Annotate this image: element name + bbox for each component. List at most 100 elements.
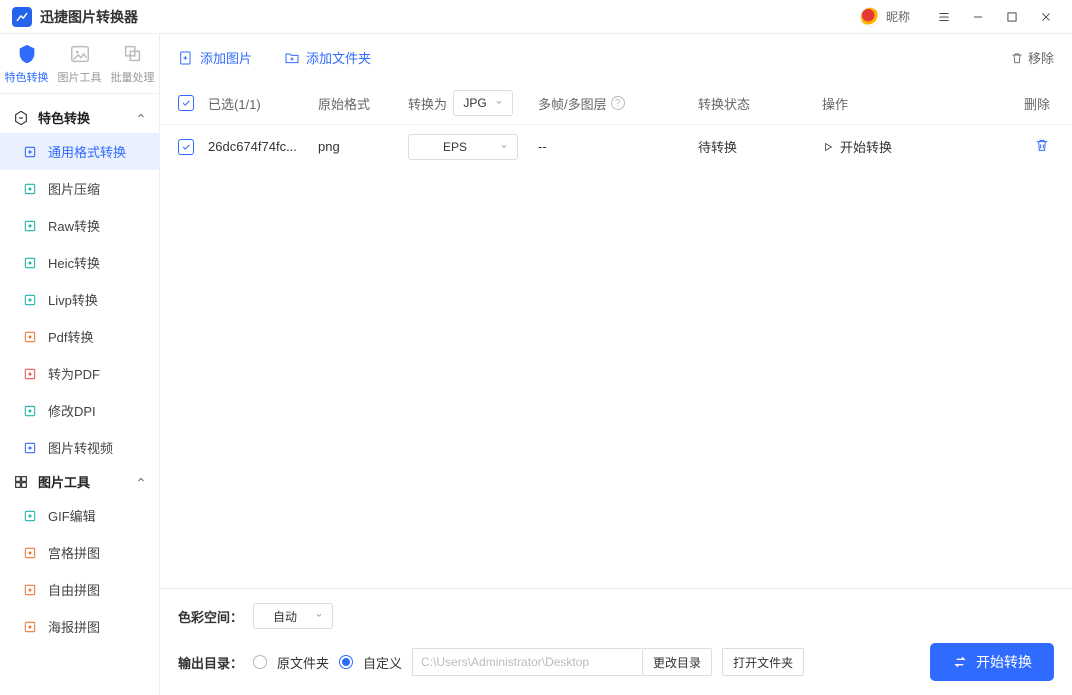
add-file-icon <box>178 50 194 66</box>
hex-icon <box>12 109 30 127</box>
chevron-down-icon <box>314 609 324 623</box>
sidebar: 特色转换 图片工具 批量处理 特色转换 通用格式转换图片压缩 Raw转换 Heic转… <box>0 34 160 695</box>
output-path-input[interactable]: C:\Users\Administrator\Desktop <box>412 648 642 676</box>
convert-to-select[interactable]: JPG <box>453 90 513 116</box>
sidebar-item-label: Livp转换 <box>48 290 98 309</box>
app-title: 迅捷图片转换器 <box>40 7 138 27</box>
item-icon <box>22 144 38 160</box>
colorspace-label: 色彩空间： <box>178 607 243 626</box>
table-header: 已选(1/1) 原始格式 转换为 JPG 多帧/多图层 ? 转换状态 操作 删除 <box>160 82 1072 124</box>
sidebar-item[interactable]: Livp转换 <box>0 281 159 318</box>
stack-icon <box>122 43 144 65</box>
sidebar-item-label: GIF编辑 <box>48 506 96 525</box>
app-logo <box>12 7 32 27</box>
sidebar-item-label: Raw转换 <box>48 216 100 235</box>
chevron-down-icon <box>494 96 504 110</box>
radio-custom-label: 自定义 <box>363 653 402 672</box>
sidebar-item[interactable]: 转为PDF <box>0 355 159 392</box>
close-button[interactable] <box>1032 3 1060 31</box>
row-format: png <box>318 139 408 154</box>
item-icon <box>22 292 38 308</box>
row-target-select[interactable]: EPS <box>408 134 518 160</box>
grid-icon <box>12 473 30 491</box>
sidebar-item-label: 自由拼图 <box>48 580 100 599</box>
select-all-checkbox[interactable] <box>178 95 194 111</box>
header-state: 转换状态 <box>698 94 822 113</box>
open-folder-button[interactable]: 打开文件夹 <box>722 648 804 676</box>
start-convert-button[interactable]: 开始转换 <box>930 643 1054 681</box>
sidebar-item[interactable]: 海报拼图 <box>0 608 159 645</box>
row-filename: 26dc674f74fc... <box>208 139 318 154</box>
sidebar-item-label: 图片压缩 <box>48 179 100 198</box>
colorspace-select[interactable]: 自动 <box>253 603 333 629</box>
item-icon <box>22 619 38 635</box>
add-folder-icon <box>284 50 300 66</box>
image-icon <box>69 43 91 65</box>
sidebar-item-label: Pdf转换 <box>48 327 94 346</box>
item-icon <box>22 255 38 271</box>
item-icon <box>22 440 38 456</box>
add-image-button[interactable]: 添加图片 <box>178 48 252 67</box>
sidebar-item-label: Heic转换 <box>48 253 100 272</box>
item-icon <box>22 329 38 345</box>
item-icon <box>22 181 38 197</box>
item-icon <box>22 366 38 382</box>
row-checkbox[interactable] <box>178 139 194 155</box>
header-orig-format: 原始格式 <box>318 94 408 113</box>
sidebar-group-special[interactable]: 特色转换 <box>0 102 159 133</box>
sidebar-item-label: 转为PDF <box>48 364 100 383</box>
chevron-up-icon <box>135 474 147 489</box>
sidebar-item[interactable]: 宫格拼图 <box>0 534 159 571</box>
trash-icon <box>1010 51 1024 65</box>
header-convert-to: 转换为 <box>408 94 447 113</box>
item-icon <box>22 508 38 524</box>
item-icon <box>22 218 38 234</box>
radio-source-folder[interactable] <box>253 655 267 669</box>
sidebar-item[interactable]: 自由拼图 <box>0 571 159 608</box>
radio-source-label: 原文件夹 <box>277 653 329 672</box>
toolbar: 添加图片 添加文件夹 移除 <box>160 34 1072 82</box>
item-icon <box>22 403 38 419</box>
output-dir-label: 输出目录： <box>178 653 243 672</box>
sidebar-item[interactable]: Raw转换 <box>0 207 159 244</box>
radio-custom-folder[interactable] <box>339 655 353 669</box>
table-row: 26dc674f74fc...pngEPS --待转换开始转换 <box>160 124 1072 168</box>
sidebar-item[interactable]: 修改DPI <box>0 392 159 429</box>
header-multiframe: 多帧/多图层 <box>538 94 607 113</box>
sidebar-item[interactable]: 图片压缩 <box>0 170 159 207</box>
footer: 色彩空间： 自动 输出目录： 原文件夹 自定义 C:\Users\Adminis… <box>160 588 1072 695</box>
row-start-button[interactable]: 开始转换 <box>822 137 992 156</box>
sidebar-item-label: 图片转视频 <box>48 438 113 457</box>
top-tab-special[interactable]: 特色转换 <box>0 34 53 93</box>
sidebar-item[interactable]: 通用格式转换 <box>0 133 159 170</box>
row-state: 待转换 <box>698 137 822 156</box>
add-folder-button[interactable]: 添加文件夹 <box>284 48 371 67</box>
title-bar: 迅捷图片转换器 昵称 <box>0 0 1072 34</box>
sidebar-item[interactable]: GIF编辑 <box>0 497 159 534</box>
top-tab-batch[interactable]: 批量处理 <box>106 34 159 93</box>
header-operation: 操作 <box>822 94 992 113</box>
shield-icon <box>16 43 38 65</box>
menu-button[interactable] <box>930 3 958 31</box>
help-icon[interactable]: ? <box>611 96 625 110</box>
header-delete: 删除 <box>1024 94 1054 113</box>
row-delete-button[interactable] <box>1034 137 1050 156</box>
sidebar-item-label: 宫格拼图 <box>48 543 100 562</box>
avatar-icon[interactable] <box>860 7 880 27</box>
change-dir-button[interactable]: 更改目录 <box>642 648 712 676</box>
maximize-button[interactable] <box>998 3 1026 31</box>
sidebar-item-label: 修改DPI <box>48 401 96 420</box>
row-layer: -- <box>538 139 698 154</box>
header-selected: 已选(1/1) <box>208 94 318 113</box>
minimize-button[interactable] <box>964 3 992 31</box>
top-tab-tools[interactable]: 图片工具 <box>53 34 106 93</box>
sidebar-group-tools[interactable]: 图片工具 <box>0 466 159 497</box>
remove-button[interactable]: 移除 <box>1010 48 1054 67</box>
sidebar-item-label: 通用格式转换 <box>48 142 126 161</box>
sidebar-item[interactable]: Heic转换 <box>0 244 159 281</box>
sidebar-top-tabs: 特色转换 图片工具 批量处理 <box>0 34 159 94</box>
sidebar-item[interactable]: Pdf转换 <box>0 318 159 355</box>
nickname-label[interactable]: 昵称 <box>886 8 910 25</box>
item-icon <box>22 545 38 561</box>
sidebar-item[interactable]: 图片转视频 <box>0 429 159 466</box>
